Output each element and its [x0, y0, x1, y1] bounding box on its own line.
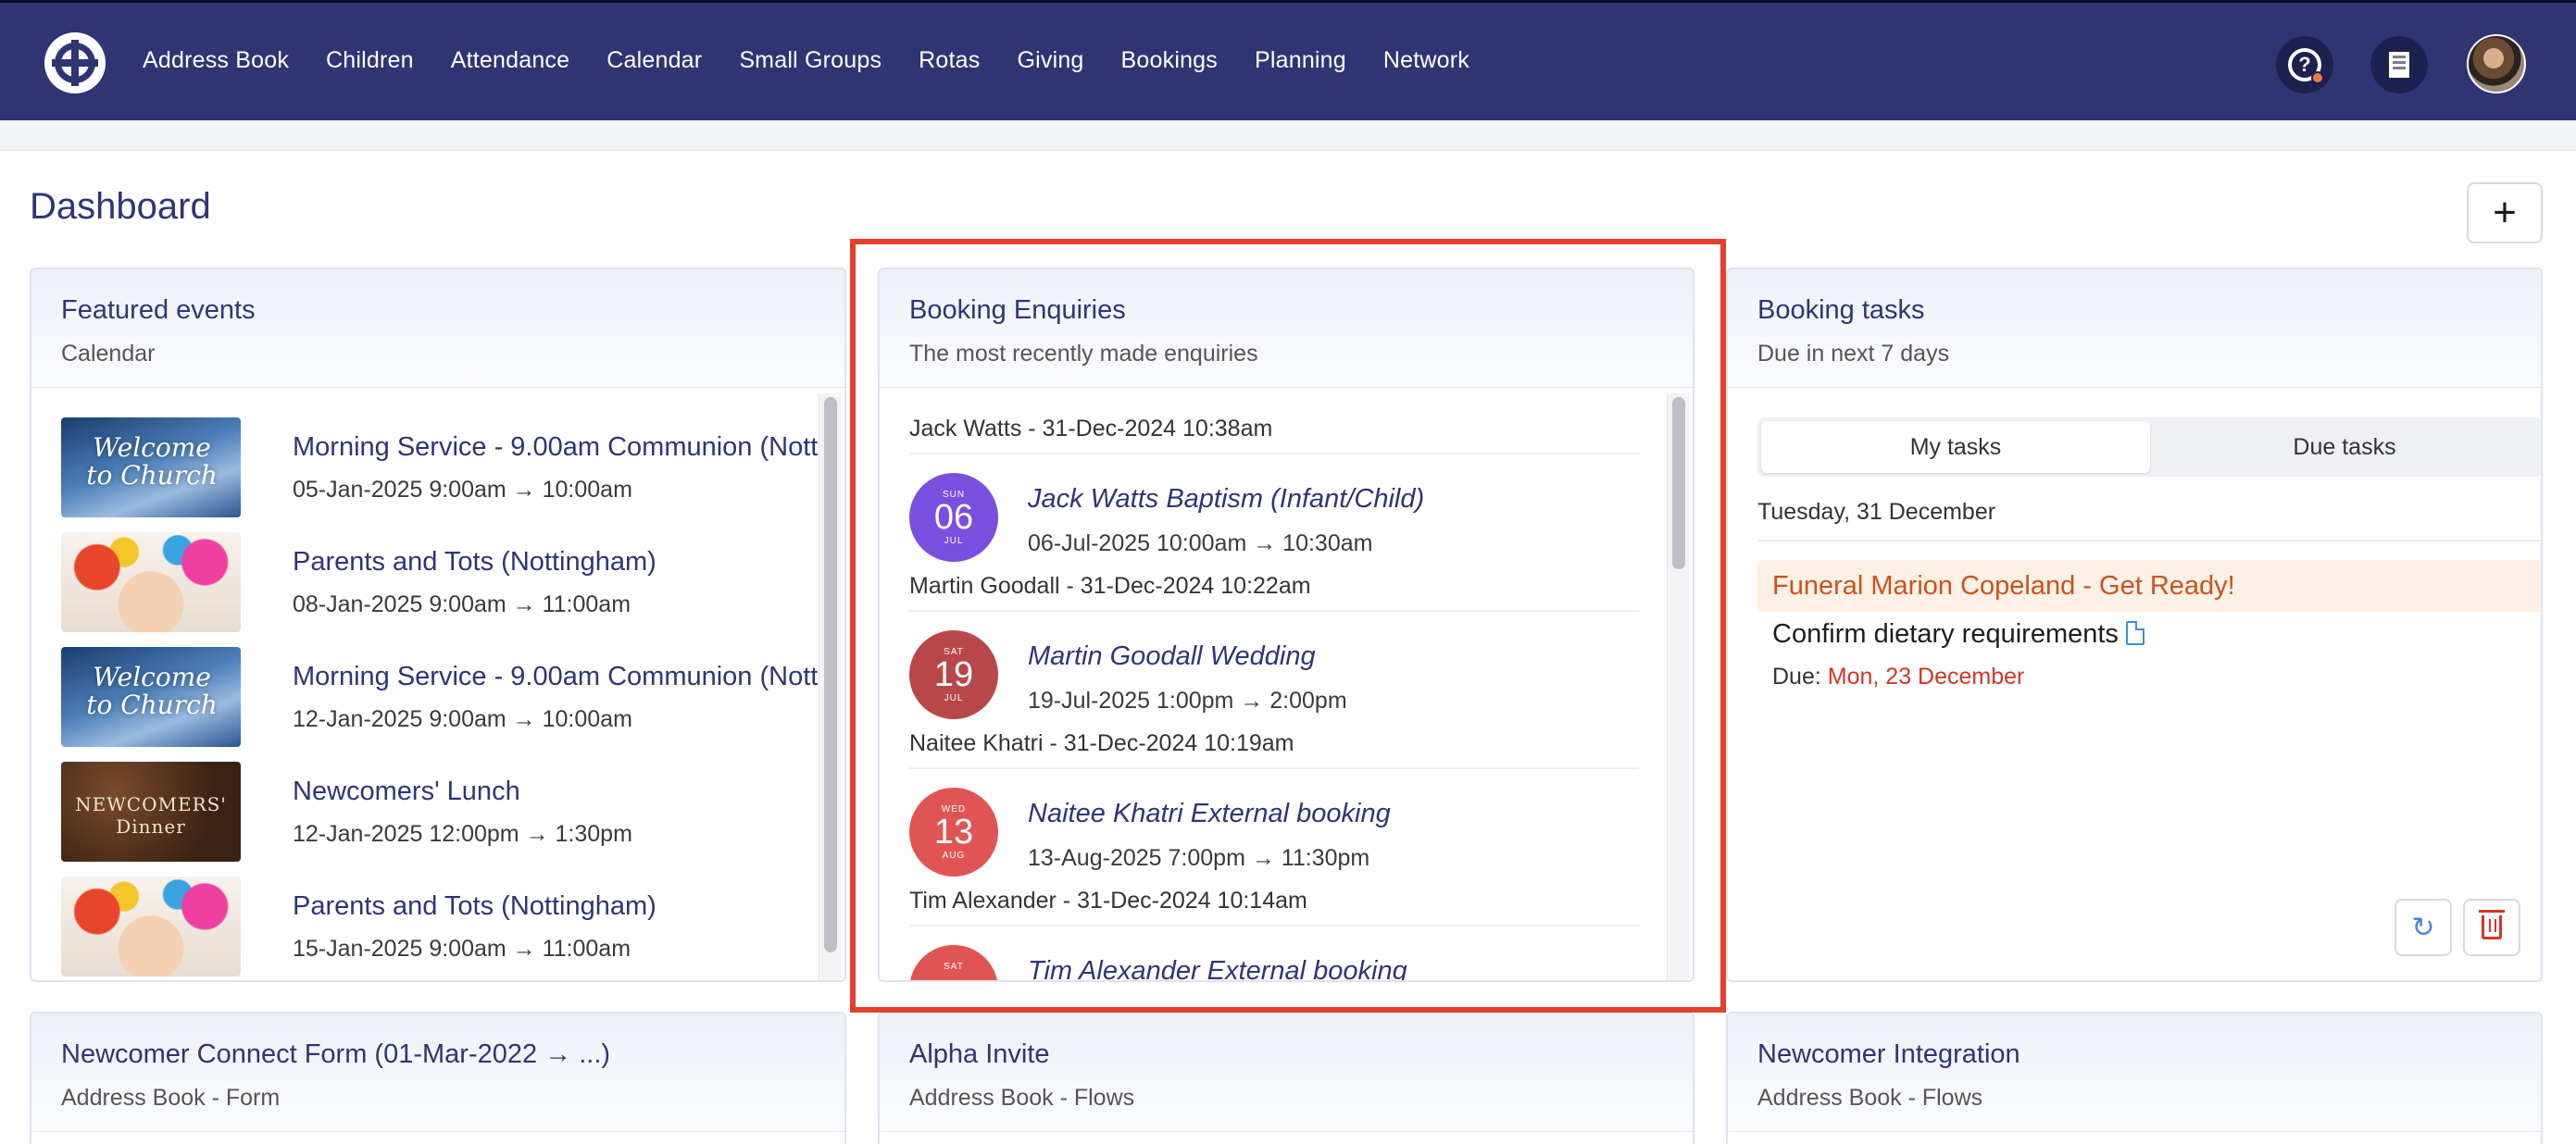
event-time: 12-Jan-2025 9:00am → 10:00am [293, 706, 632, 732]
event-image: NEWCOMERS' Dinner [61, 762, 241, 862]
card-title: Alpha Invite [909, 1039, 1050, 1069]
tasks-body: My tasks Due tasks Tuesday, 31 December … [1728, 388, 2541, 980]
user-avatar[interactable] [2467, 34, 2526, 93]
card-title: Newcomer Integration [1757, 1039, 2020, 1069]
card-header: Newcomer Connect Form (01-Mar-2022 → ...… [31, 1013, 844, 1132]
nav-children[interactable]: Children [326, 47, 414, 74]
featured-events-list: Welcome to Church Morning Service - 9.00… [31, 388, 844, 980]
nav-small-groups[interactable]: Small Groups [739, 47, 882, 74]
top-navigation-bar: Address Book Children Attendance Calenda… [0, 0, 2576, 120]
building-icon[interactable] [2370, 36, 2428, 93]
event-image: Welcome to Church [61, 647, 241, 747]
due-date: Mon, 23 December [1827, 664, 2025, 690]
card-subtitle: Address Book - Form [61, 1085, 281, 1111]
event-item[interactable]: NEWCOMERS' Dinner Newcomers' Lunch 12-Ja… [61, 762, 820, 862]
booking-tasks-card: Booking tasks Due in next 7 days My task… [1726, 267, 2543, 982]
nav-bookings[interactable]: Bookings [1121, 47, 1218, 74]
scrollbar[interactable] [819, 393, 841, 980]
event-item[interactable]: Welcome to Church Morning Service - 9.00… [61, 417, 820, 517]
nav-calendar[interactable]: Calendar [606, 47, 702, 74]
event-image [61, 532, 241, 632]
add-widget-button[interactable]: + [2467, 182, 2543, 243]
card-title: Booking tasks [1757, 295, 1925, 325]
event-time: 12-Jan-2025 12:00pm → 1:30pm [293, 821, 632, 847]
tab-due-tasks[interactable]: Due tasks [2150, 421, 2539, 473]
trash-icon[interactable] [2463, 899, 2520, 956]
card-header: Newcomer Integration Address Book - Flow… [1728, 1013, 2541, 1132]
event-title[interactable]: Newcomers' Lunch [293, 777, 819, 807]
refresh-icon[interactable]: ↻ [2395, 899, 2452, 956]
event-time: 05-Jan-2025 9:00am → 10:00am [293, 477, 632, 503]
event-image: Welcome to Church [61, 417, 241, 517]
divider [1757, 540, 2541, 541]
task-day-heading: Tuesday, 31 December [1757, 499, 1996, 525]
alpha-invite-card: Alpha Invite Address Book - Flows [878, 1012, 1694, 1144]
help-icon[interactable]: ? [2276, 36, 2333, 93]
card-subtitle: Due in next 7 days [1757, 341, 1950, 367]
event-title[interactable]: Morning Service - 9.00am Communion (Nott… [293, 432, 819, 463]
card-title: Featured events [61, 295, 256, 325]
event-title[interactable]: Parents and Tots (Nottingham) [293, 891, 819, 922]
newcomer-connect-card: Newcomer Connect Form (01-Mar-2022 → ...… [30, 1012, 846, 1144]
card-header: Featured events Calendar [31, 269, 844, 388]
card-subtitle: Address Book - Flows [1757, 1085, 1983, 1111]
card-subtitle: Address Book - Flows [909, 1085, 1135, 1111]
card-title: Newcomer Connect Form (01-Mar-2022 → ...… [61, 1039, 611, 1069]
nav-address-book[interactable]: Address Book [143, 47, 289, 74]
page-title: Dashboard [30, 186, 211, 227]
event-item[interactable]: Parents and Tots (Nottingham) 15-Jan-202… [61, 877, 820, 976]
task-due: Due: Mon, 23 December [1772, 664, 2024, 690]
featured-events-card: Featured events Calendar Welcome to Chur… [30, 267, 846, 982]
event-image [61, 877, 241, 976]
task-item[interactable]: Confirm dietary requirements [1772, 619, 2145, 650]
nav-network[interactable]: Network [1383, 47, 1469, 74]
task-label: Confirm dietary requirements [1772, 619, 2119, 649]
task-tabs: My tasks Due tasks [1757, 417, 2541, 477]
main-nav: Address Book Children Attendance Calenda… [143, 47, 1469, 74]
highlight-box [850, 239, 1726, 1013]
card-header: Alpha Invite Address Book - Flows [880, 1013, 1693, 1132]
app-logo-icon[interactable] [44, 32, 106, 93]
nav-planning[interactable]: Planning [1255, 47, 1346, 74]
event-title[interactable]: Parents and Tots (Nottingham) [293, 547, 819, 578]
event-time: 15-Jan-2025 9:00am → 11:00am [293, 936, 631, 962]
event-item[interactable]: Parents and Tots (Nottingham) 08-Jan-202… [61, 532, 820, 632]
card-subtitle: Calendar [61, 341, 156, 367]
event-time: 08-Jan-2025 9:00am → 11:00am [293, 591, 631, 617]
nav-giving[interactable]: Giving [1017, 47, 1083, 74]
newcomer-integration-card: Newcomer Integration Address Book - Flow… [1726, 1012, 2543, 1144]
nav-rotas[interactable]: Rotas [919, 47, 980, 74]
tab-my-tasks[interactable]: My tasks [1761, 421, 2150, 473]
nav-attendance[interactable]: Attendance [451, 47, 570, 74]
document-icon[interactable] [2125, 621, 2145, 645]
notification-dot [2311, 71, 2324, 84]
event-item[interactable]: Welcome to Church Morning Service - 9.00… [61, 647, 820, 747]
event-title[interactable]: Morning Service - 9.00am Communion (Nott… [293, 662, 819, 692]
due-label: Due: [1772, 664, 1821, 690]
task-booking-banner[interactable]: Funeral Marion Copeland - Get Ready! [1757, 560, 2541, 612]
card-header: Booking tasks Due in next 7 days [1728, 269, 2541, 388]
